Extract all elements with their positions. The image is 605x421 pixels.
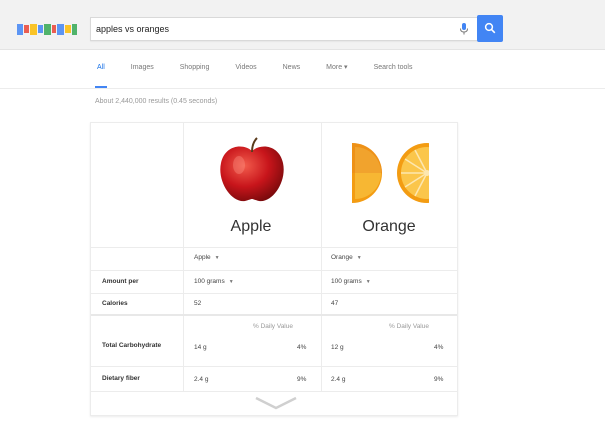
caret-down-icon: ▼	[365, 279, 371, 285]
orange-carb-dv: 4%	[434, 344, 444, 351]
tab-all[interactable]: All	[95, 58, 107, 88]
logo-segment	[51, 25, 57, 33]
search-header	[0, 0, 605, 50]
apple-selector-label: Apple	[194, 254, 211, 261]
orange-amount-label: 100 grams	[331, 278, 362, 285]
nutrient-label: Dietary fiber	[102, 375, 140, 382]
logo-segment	[29, 23, 37, 35]
orange-fiber-dv: 9%	[434, 376, 444, 383]
orange-amount-selector[interactable]: 100 grams ▼	[331, 278, 371, 285]
result-stats: About 2,440,000 results (0.45 seconds)	[95, 98, 218, 105]
orange-daily-value-header: % Daily Value	[389, 323, 429, 330]
caret-down-icon: ▼	[214, 255, 220, 261]
orange-fiber-amount: 2.4 g	[331, 376, 346, 383]
tab-more[interactable]: More ▾	[324, 58, 349, 88]
apple-calories: 52	[194, 300, 202, 307]
row-divider	[91, 270, 457, 271]
logo-segment	[57, 23, 65, 35]
logo-segment	[65, 25, 71, 33]
orange-calories: 47	[331, 300, 339, 307]
search-tabs: All Images Shopping Videos News More ▾ S…	[95, 58, 436, 88]
orange-title: Orange	[362, 218, 416, 235]
apple-fiber-amount: 2.4 g	[194, 376, 209, 383]
calories-label: Calories	[102, 300, 128, 307]
apple-selector[interactable]: Apple ▼	[194, 254, 220, 261]
nutrition-comparison-card: Apple Orange Apple ▼ Orange ▼ Amount per 1…	[90, 122, 458, 416]
logo-segment	[24, 25, 29, 33]
search-button[interactable]	[477, 15, 503, 42]
orange-carb-amount: 12 g	[331, 344, 344, 351]
caret-down-icon: ▼	[228, 279, 234, 285]
apple-daily-value-header: % Daily Value	[253, 323, 293, 330]
tab-search-tools[interactable]: Search tools	[372, 58, 415, 88]
caret-down-icon: ▼	[356, 255, 362, 261]
apple-title: Apple	[230, 218, 272, 235]
apple-amount-selector[interactable]: 100 grams ▼	[194, 278, 234, 285]
orange-selector[interactable]: Orange ▼	[331, 254, 362, 261]
tab-shopping[interactable]: Shopping	[178, 58, 212, 88]
tab-images[interactable]: Images	[129, 58, 156, 88]
column-divider	[183, 123, 184, 391]
chevron-down-icon[interactable]	[254, 395, 298, 411]
search-results-page: All Images Shopping Videos News More ▾ S…	[0, 0, 605, 421]
logo-segment	[17, 23, 24, 35]
search-box[interactable]	[90, 17, 478, 41]
row-divider	[91, 391, 457, 392]
google-logo[interactable]	[17, 22, 77, 36]
apple-carb-amount: 14 g	[194, 344, 207, 351]
orange-image	[352, 143, 429, 203]
apple-fiber-dv: 9%	[297, 376, 307, 383]
logo-segment	[44, 23, 51, 35]
logo-segment	[37, 25, 44, 33]
section-divider	[91, 314, 457, 316]
microphone-icon[interactable]	[459, 22, 469, 36]
orange-selector-label: Orange	[331, 254, 353, 261]
apple-image	[220, 137, 284, 202]
tabs-divider	[0, 88, 605, 89]
apple-carb-dv: 4%	[297, 344, 307, 351]
row-divider	[91, 293, 457, 294]
row-divider	[91, 247, 457, 248]
tab-videos[interactable]: Videos	[233, 58, 258, 88]
tab-news[interactable]: News	[281, 58, 303, 88]
column-divider	[321, 123, 322, 391]
nutrient-label: Total Carbohydrate	[102, 342, 162, 349]
magnifier-icon	[484, 22, 496, 34]
search-input[interactable]	[96, 18, 456, 40]
amount-per-label: Amount per	[102, 278, 139, 285]
logo-segment	[71, 23, 77, 35]
apple-amount-label: 100 grams	[194, 278, 225, 285]
row-divider	[91, 366, 457, 367]
